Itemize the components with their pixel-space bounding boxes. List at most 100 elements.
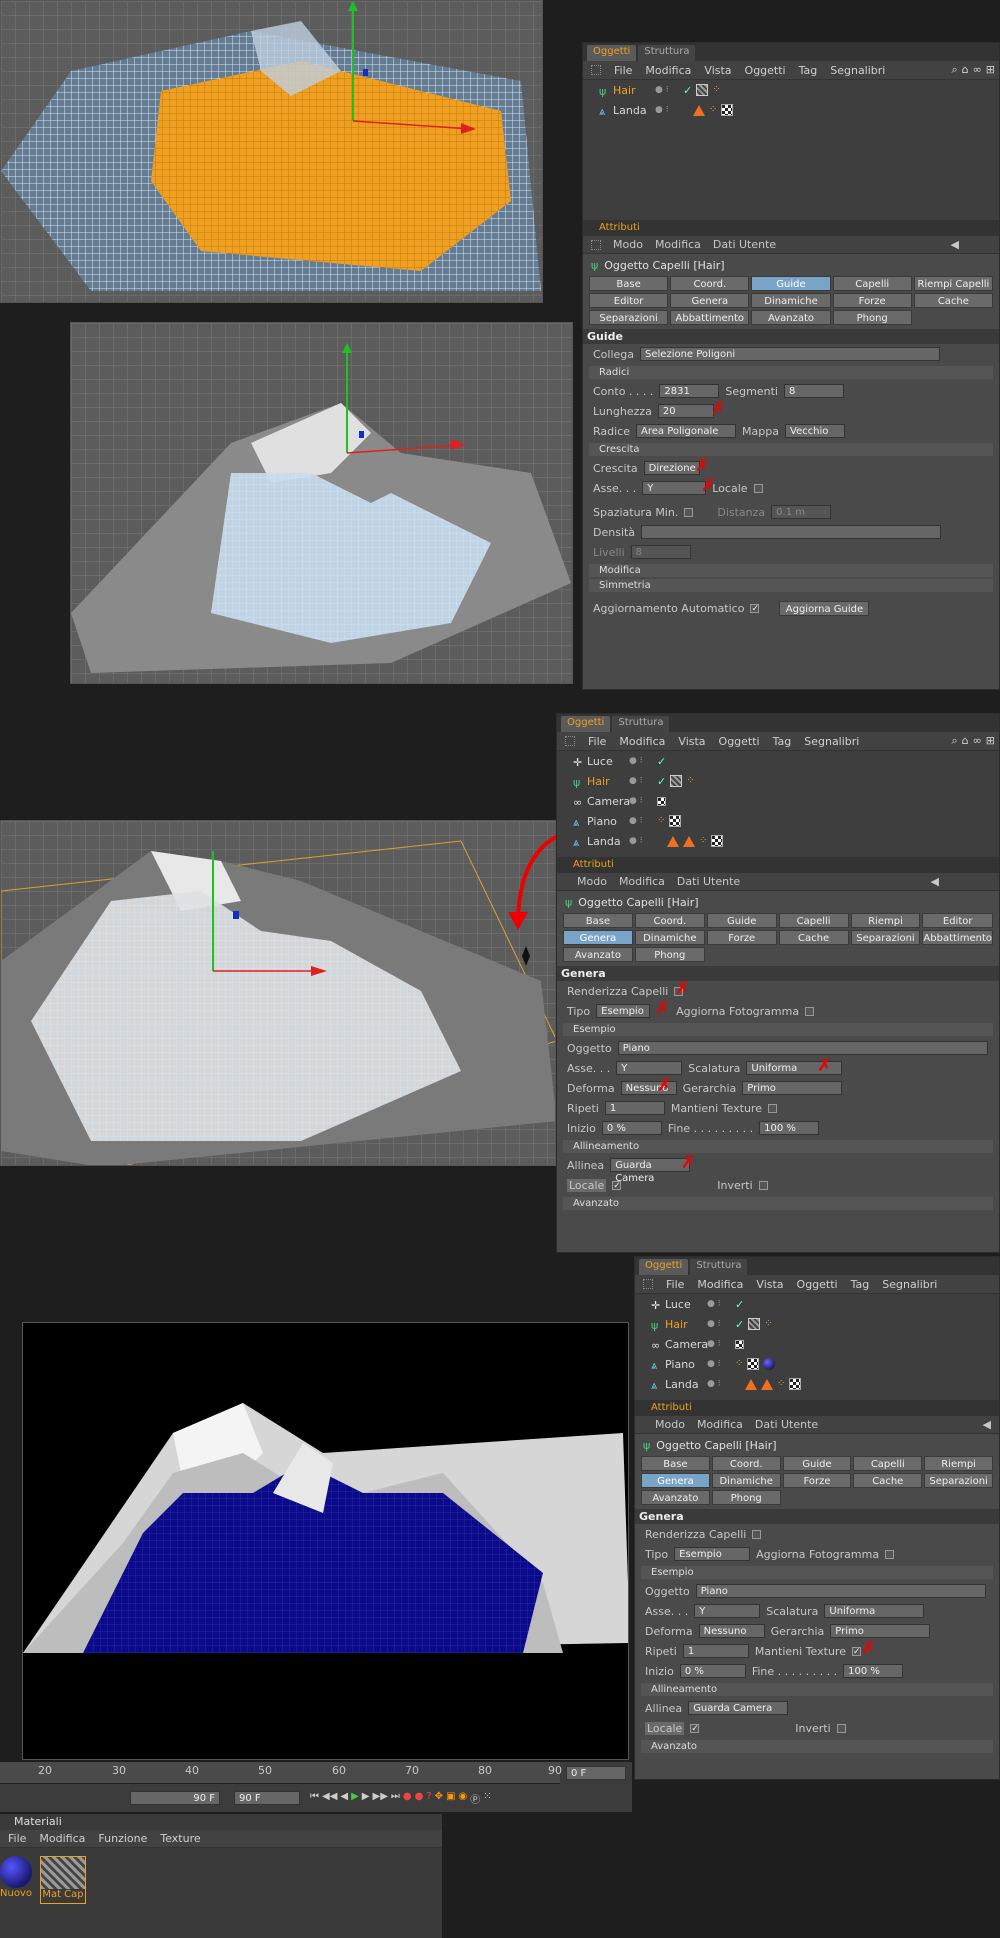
ripeti-field[interactable]: 1 bbox=[604, 1101, 665, 1115]
mantieni-texture-checkbox[interactable]: ✓ bbox=[851, 1646, 861, 1656]
locale-checkbox[interactable]: ✓ bbox=[690, 1723, 700, 1733]
asse-dropdown[interactable]: Y bbox=[694, 1604, 761, 1618]
texture-tag-icon[interactable] bbox=[657, 796, 666, 806]
tab-coord[interactable]: Coord. bbox=[634, 913, 705, 928]
rotate-key-icon[interactable]: ◉ bbox=[459, 1791, 468, 1806]
inizio-field[interactable]: 0 % bbox=[679, 1664, 746, 1678]
menu-modifica[interactable]: Modifica bbox=[619, 875, 665, 888]
selection-tag-icon[interactable]: ⁘ bbox=[777, 1378, 785, 1390]
locale-checkbox[interactable]: ✓ bbox=[612, 1180, 622, 1190]
segmenti-field[interactable]: 8 bbox=[783, 384, 844, 398]
menu-oggetti[interactable]: Oggetti bbox=[719, 735, 760, 748]
phong-tag-icon[interactable] bbox=[745, 1378, 757, 1390]
object-row-hair[interactable]: ψ Hair ● ⁝ ✓ ⁘ bbox=[557, 771, 999, 791]
material-tag-icon[interactable] bbox=[763, 1358, 776, 1370]
menu-oggetti[interactable]: Oggetti bbox=[745, 64, 786, 77]
tab-dinamiche[interactable]: Dinamiche bbox=[634, 930, 705, 945]
menu-modifica[interactable]: Modifica bbox=[697, 1278, 743, 1291]
check-icon[interactable]: ✓ bbox=[683, 84, 692, 97]
group-avanzato[interactable]: Avanzato bbox=[641, 1740, 993, 1753]
group-avanzato[interactable]: Avanzato bbox=[563, 1197, 993, 1210]
tab-editor[interactable]: Editor bbox=[589, 293, 669, 308]
tab-guide[interactable]: Guide bbox=[706, 913, 777, 928]
tab-abbattimento[interactable]: Abbattimento bbox=[670, 310, 750, 325]
texture-tag-icon[interactable] bbox=[669, 815, 682, 827]
inverti-checkbox[interactable] bbox=[758, 1180, 768, 1190]
mantieni-texture-checkbox[interactable] bbox=[767, 1103, 777, 1113]
collega-field[interactable]: Selezione Poligoni bbox=[640, 347, 941, 361]
texture-tag-icon[interactable] bbox=[789, 1378, 802, 1390]
tab-avanzato[interactable]: Avanzato bbox=[641, 1490, 710, 1505]
menu-segnalibri[interactable]: Segnalibri bbox=[882, 1278, 937, 1291]
link-icon[interactable]: ∞ bbox=[973, 63, 982, 77]
menu-file[interactable]: File bbox=[588, 735, 606, 748]
oggetto-field[interactable]: Piano bbox=[695, 1584, 986, 1598]
object-row-landa[interactable]: ⩓ Landa ● ⁝ ⁘ bbox=[557, 831, 999, 851]
group-esempio[interactable]: Esempio bbox=[563, 1023, 993, 1036]
menu-modo[interactable]: Modo bbox=[577, 875, 607, 888]
menu-modifica[interactable]: Modifica bbox=[697, 1418, 743, 1431]
tab-riempi-capelli[interactable]: Riempi Capelli bbox=[924, 1456, 993, 1485]
texture-tag-icon[interactable] bbox=[711, 835, 724, 847]
menu-dati-utente[interactable]: Dati Utente bbox=[713, 238, 776, 251]
menu-tag[interactable]: Tag bbox=[851, 1278, 870, 1291]
move-key-icon[interactable]: ✥ bbox=[435, 1791, 443, 1806]
selection-tag-icon[interactable]: ⁘ bbox=[764, 1318, 772, 1330]
gerarchia-dropdown[interactable]: Primo bbox=[830, 1624, 931, 1638]
viewport-guides[interactable] bbox=[70, 322, 573, 684]
material-swatch-nuovo[interactable]: Nuovo bbox=[0, 1856, 34, 1904]
link-icon[interactable]: ∞ bbox=[973, 734, 982, 748]
group-allineamento[interactable]: Allineamento bbox=[641, 1683, 993, 1696]
tab-genera[interactable]: Genera bbox=[563, 930, 633, 945]
object-row-camera[interactable]: ∞ Camera ● ⁝ bbox=[635, 1334, 999, 1354]
tab-riempi-capelli[interactable]: Riempi Capelli bbox=[850, 913, 921, 942]
add-panel-icon[interactable]: ⊞ bbox=[986, 63, 995, 77]
object-name-camera[interactable]: Camera bbox=[587, 795, 630, 808]
scale-key-icon[interactable]: ▣ bbox=[446, 1791, 455, 1806]
back-arrow-icon[interactable]: ◀ bbox=[983, 1418, 999, 1431]
menu-modifica[interactable]: Modifica bbox=[39, 1832, 85, 1845]
object-name-hair[interactable]: Hair bbox=[665, 1318, 688, 1331]
frame-field[interactable]: 0 F bbox=[566, 1766, 626, 1780]
material-swatch-matcap[interactable]: Mat Cap bbox=[40, 1856, 86, 1904]
tab-genera[interactable]: Genera bbox=[670, 293, 750, 308]
densita-slider[interactable] bbox=[641, 525, 942, 539]
phong-tag-icon[interactable] bbox=[667, 835, 679, 847]
add-panel-icon[interactable]: ⊞ bbox=[986, 734, 995, 748]
menu-modo[interactable]: Modo bbox=[655, 1418, 685, 1431]
prev-key-icon[interactable]: ◀◀ bbox=[322, 1791, 337, 1806]
record-icon[interactable]: ● bbox=[403, 1791, 412, 1806]
selection-tag-icon[interactable]: ⁘ bbox=[686, 775, 694, 787]
tab-oggetti[interactable]: Oggetti bbox=[587, 45, 637, 61]
menu-modo[interactable]: Modo bbox=[613, 238, 643, 251]
tab-oggetti[interactable]: Oggetti bbox=[561, 716, 611, 732]
group-crescita[interactable]: Crescita bbox=[589, 443, 993, 456]
selection-tag-icon[interactable]: ⁘ bbox=[712, 84, 720, 96]
tab-coord[interactable]: Coord. bbox=[670, 276, 750, 291]
tab-struttura[interactable]: Struttura bbox=[638, 45, 696, 61]
tab-separazioni[interactable]: Separazioni bbox=[589, 310, 669, 325]
scalatura-dropdown[interactable]: Uniforma bbox=[824, 1604, 925, 1618]
object-name-piano[interactable]: Piano bbox=[587, 815, 617, 828]
tab-cache[interactable]: Cache bbox=[913, 293, 993, 308]
tipo-dropdown[interactable]: Esempio bbox=[674, 1547, 751, 1561]
group-modifica[interactable]: Modifica bbox=[589, 564, 993, 577]
visibility-dots[interactable]: ● ⁝ bbox=[629, 776, 643, 786]
selection-tag-icon[interactable]: ⁘ bbox=[735, 1358, 743, 1370]
phong-tag-icon[interactable] bbox=[761, 1378, 773, 1390]
fine-field[interactable]: 100 % bbox=[759, 1121, 820, 1135]
tab-forze[interactable]: Forze bbox=[832, 293, 912, 308]
auto-key-icon[interactable]: ● bbox=[415, 1791, 424, 1806]
visibility-dots[interactable]: ● ⁝ bbox=[707, 1339, 721, 1349]
aggiorna-fotogramma-checkbox[interactable] bbox=[885, 1549, 895, 1559]
tab-phong[interactable]: Phong bbox=[634, 947, 705, 962]
visibility-dots[interactable]: ● ⁝ bbox=[629, 796, 643, 806]
inizio-field[interactable]: 0 % bbox=[601, 1121, 662, 1135]
object-row-landa[interactable]: ⩓ Landa ● ⁝ ⁘ bbox=[635, 1374, 999, 1394]
tab-capelli[interactable]: Capelli bbox=[853, 1456, 923, 1471]
tab-phong[interactable]: Phong bbox=[711, 1490, 781, 1505]
aggiorna-fotogramma-checkbox[interactable] bbox=[805, 1006, 815, 1016]
object-name-camera[interactable]: Camera bbox=[665, 1338, 708, 1351]
lunghezza-field[interactable]: 20 bbox=[657, 404, 714, 418]
viewport-render[interactable] bbox=[22, 1322, 629, 1760]
